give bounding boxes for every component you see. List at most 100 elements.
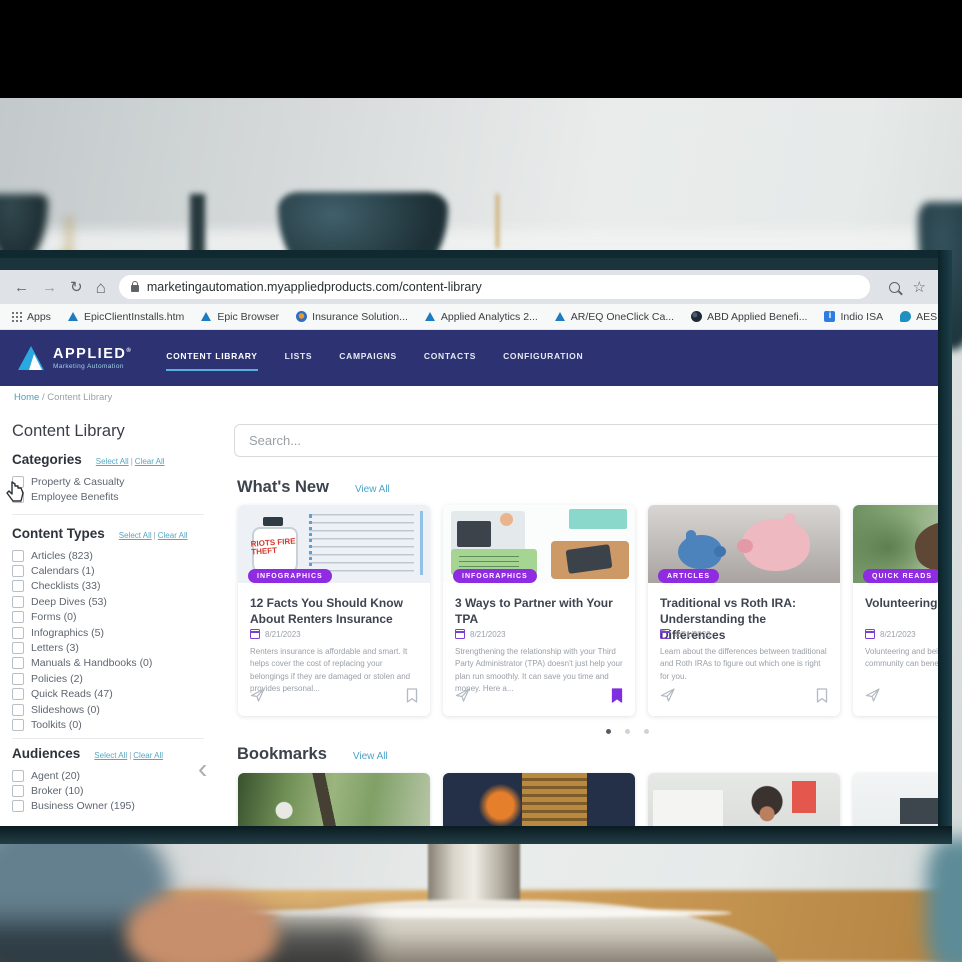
card-title[interactable]: Volunteering for Better Health xyxy=(865,596,940,612)
checkbox[interactable] xyxy=(12,611,24,623)
breadcrumb-home-link[interactable]: Home xyxy=(14,392,39,403)
share-icon[interactable] xyxy=(865,687,881,708)
share-icon[interactable] xyxy=(455,687,471,708)
breadcrumb-current: Content Library xyxy=(47,392,112,403)
search-icon[interactable] xyxy=(889,282,900,293)
warehouse-bookmark-card[interactable] xyxy=(443,773,635,828)
clear-all-link[interactable]: Clear All xyxy=(158,531,188,540)
bookmark-bar-item[interactable]: Insurance Solution... xyxy=(296,311,408,323)
content-card[interactable]: RIOTS FIRE THEFTINFOGRAPHICS12 Facts You… xyxy=(238,505,430,716)
checkbox[interactable] xyxy=(12,688,24,700)
url-text[interactable]: marketingautomation.myappliedproducts.co… xyxy=(147,280,482,294)
filter-option[interactable]: Employee Benefits xyxy=(12,489,220,504)
bookmark-bar-item[interactable]: AES xyxy=(900,311,937,323)
filter-option[interactable]: Infographics (5) xyxy=(12,625,220,640)
share-icon[interactable] xyxy=(250,687,266,708)
filter-option-label: Checklists (33) xyxy=(31,580,100,592)
filter-option[interactable]: Letters (3) xyxy=(12,640,220,655)
bookmark-icon-filled[interactable] xyxy=(611,688,623,708)
lock-icon xyxy=(131,285,139,292)
bookmark-bar-item[interactable]: Epic Browser xyxy=(201,311,279,323)
checkbox[interactable] xyxy=(12,657,24,669)
filter-option[interactable]: Forms (0) xyxy=(12,610,220,625)
clear-all-link[interactable]: Clear All xyxy=(135,457,165,466)
reload-icon[interactable] xyxy=(70,280,83,295)
content-card[interactable]: QUICK READSVolunteering for Better Healt… xyxy=(853,505,940,716)
home-icon[interactable] xyxy=(96,279,106,296)
checkbox[interactable] xyxy=(12,673,24,685)
sidebar-section-links: Select All|Clear All xyxy=(96,457,165,466)
bookmarks-view-all-link[interactable]: View All xyxy=(353,751,388,762)
carousel-dot[interactable] xyxy=(606,729,611,734)
bookmark-icon[interactable] xyxy=(406,688,418,708)
checkbox[interactable] xyxy=(12,580,24,592)
whats-new-header: What's New View All xyxy=(237,478,390,497)
whats-new-view-all-link[interactable]: View All xyxy=(355,484,390,495)
share-icon[interactable] xyxy=(660,687,676,708)
checkbox[interactable] xyxy=(12,719,24,731)
filter-option[interactable]: Agent (20) xyxy=(12,768,220,783)
content-card[interactable]: INFOGRAPHICS3 Ways to Partner with Your … xyxy=(443,505,635,716)
checkbox[interactable] xyxy=(12,627,24,639)
checkbox[interactable] xyxy=(12,800,24,812)
filter-option[interactable]: Slideshows (0) xyxy=(12,702,220,717)
bookmark-icon[interactable] xyxy=(816,688,828,708)
card-title[interactable]: 12 Facts You Should Know About Renters I… xyxy=(250,596,422,628)
bookmark-star-icon[interactable] xyxy=(913,278,926,297)
filter-option[interactable]: Quick Reads (47) xyxy=(12,687,220,702)
filter-option[interactable]: Deep Dives (53) xyxy=(12,594,220,609)
tab-lists[interactable]: LISTS xyxy=(285,351,313,365)
filter-option[interactable]: Policies (2) xyxy=(12,671,220,686)
clear-all-link[interactable]: Clear All xyxy=(133,751,163,760)
bookmark-bar-item[interactable]: EpicClientInstalls.htm xyxy=(68,311,184,323)
tab-configuration[interactable]: CONFIGURATION xyxy=(503,351,583,365)
filter-option[interactable]: Calendars (1) xyxy=(12,563,220,578)
tab-content-library[interactable]: CONTENT LIBRARY xyxy=(166,351,257,365)
desk-illustration-bookmark-card[interactable] xyxy=(853,773,940,828)
search-input[interactable] xyxy=(234,424,940,457)
filter-option[interactable]: Checklists (33) xyxy=(12,579,220,594)
card-date: 8/21/2023 xyxy=(250,629,301,639)
content-card[interactable]: ARTICLESTraditional vs Roth IRA: Underst… xyxy=(648,505,840,716)
carousel-dot[interactable] xyxy=(644,729,649,734)
applied-a-icon xyxy=(425,311,436,322)
filter-option[interactable]: Business Owner (195) xyxy=(12,799,220,814)
filter-option-label: Infographics (5) xyxy=(31,627,104,639)
filter-option[interactable]: Articles (823) xyxy=(12,548,220,563)
tab-contacts[interactable]: CONTACTS xyxy=(424,351,476,365)
tab-campaigns[interactable]: CAMPAIGNS xyxy=(339,351,397,365)
card-title[interactable]: 3 Ways to Partner with Your TPA xyxy=(455,596,627,628)
applied-logo[interactable]: APPLIED® Marketing Automation xyxy=(18,344,132,372)
select-all-link[interactable]: Select All xyxy=(94,751,127,760)
back-icon[interactable] xyxy=(14,280,29,295)
forward-icon[interactable] xyxy=(42,280,57,295)
carousel-prev-button[interactable]: ‹ xyxy=(198,753,207,785)
checkbox[interactable] xyxy=(12,704,24,716)
filter-option[interactable]: Broker (10) xyxy=(12,783,220,798)
filter-option[interactable]: Manuals & Handbooks (0) xyxy=(12,656,220,671)
checkbox[interactable] xyxy=(12,785,24,797)
park-bookmark-card[interactable] xyxy=(238,773,430,828)
image-shape xyxy=(309,514,414,574)
checkbox[interactable] xyxy=(12,550,24,562)
checkbox[interactable] xyxy=(12,770,24,782)
address-bar[interactable]: marketingautomation.myappliedproducts.co… xyxy=(119,275,870,299)
office-woman-bookmark-card[interactable] xyxy=(648,773,840,828)
filter-option[interactable]: Property & Casualty xyxy=(12,474,220,489)
filter-sidebar: Content Library CategoriesSelect All|Cle… xyxy=(0,408,228,828)
checkbox[interactable] xyxy=(12,565,24,577)
select-all-link[interactable]: Select All xyxy=(119,531,152,540)
sidebar-section-links: Select All|Clear All xyxy=(119,531,188,540)
bookmark-bar-item[interactable]: Indio ISA xyxy=(824,311,883,323)
bookmark-bar-label: Applied Analytics 2... xyxy=(441,311,538,323)
select-all-link[interactable]: Select All xyxy=(96,457,129,466)
bookmark-bar-item[interactable]: AR/EQ OneClick Ca... xyxy=(555,311,674,323)
bookmark-bar-item[interactable]: Applied Analytics 2... xyxy=(425,311,538,323)
checkbox[interactable] xyxy=(12,642,24,654)
teal-dot-icon xyxy=(900,311,911,322)
apps-shortcut[interactable]: Apps xyxy=(12,311,51,323)
filter-option[interactable]: Toolkits (0) xyxy=(12,717,220,732)
bookmark-bar-item[interactable]: ABD Applied Benefi... xyxy=(691,311,807,323)
carousel-dot[interactable] xyxy=(625,729,630,734)
checkbox[interactable] xyxy=(12,596,24,608)
